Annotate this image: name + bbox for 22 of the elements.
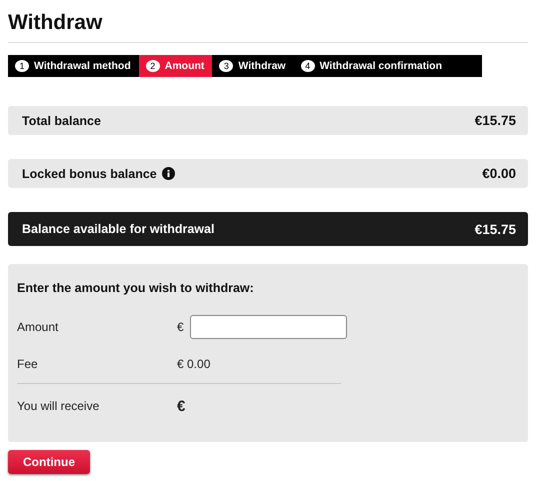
step-number: 2: [146, 60, 160, 72]
field-label: Amount: [17, 320, 60, 334]
fee-value: € 0.00: [177, 357, 212, 371]
info-icon[interactable]: [162, 167, 175, 180]
continue-button[interactable]: Continue: [8, 450, 90, 474]
step-number: 3: [219, 60, 234, 72]
currency-symbol: €: [177, 320, 184, 334]
field-label: You will receive: [17, 399, 100, 413]
receive-value: €: [177, 398, 186, 414]
balance-label: Locked bonus balance: [22, 166, 157, 180]
balance-amount: €15.75: [474, 113, 516, 128]
step-number: 4: [300, 60, 315, 72]
page-title: Withdraw: [8, 10, 104, 36]
amount-field[interactable]: [190, 315, 347, 339]
balance-label: Balance available for withdrawal: [22, 222, 214, 236]
form-heading: Enter the amount you wish to withdraw:: [17, 281, 255, 295]
step-number: 1: [15, 60, 29, 72]
step-tab[interactable]: 2 Amount: [138, 55, 212, 77]
balance-amount: €15.75: [474, 222, 516, 236]
field-label: Fee: [17, 357, 39, 371]
balance-label: Total balance: [22, 114, 101, 128]
balance-amount: €0.00: [482, 166, 516, 181]
